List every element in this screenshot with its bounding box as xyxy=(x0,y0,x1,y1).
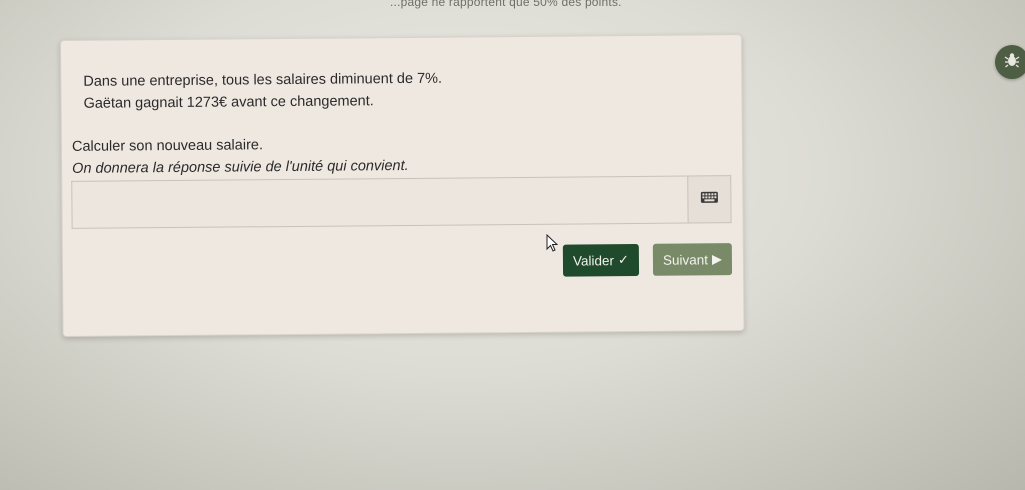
play-icon: ▶ xyxy=(711,251,723,267)
next-label: Suivant xyxy=(662,251,709,268)
keyboard-icon xyxy=(700,190,718,208)
statement-line-1: Dans une entreprise, tous les salaires d… xyxy=(83,70,443,90)
validate-label: Valider xyxy=(572,252,615,269)
exercise-statement: Dans une entreprise, tous les salaires d… xyxy=(83,68,442,115)
next-button[interactable]: Suivant ▶ xyxy=(652,243,733,276)
bug-report-button[interactable] xyxy=(995,45,1025,79)
top-note: ...page ne rapportent que 50% des points… xyxy=(390,0,622,9)
exercise-card: Dans une entreprise, tous les salaires d… xyxy=(60,34,745,337)
virtual-keyboard-button[interactable] xyxy=(687,175,732,224)
validate-button[interactable]: Valider ✓ xyxy=(562,243,640,277)
mouse-cursor-icon xyxy=(546,233,559,257)
answer-field-group xyxy=(71,175,732,229)
question-hint: On donnera la réponse suivie de l'unité … xyxy=(72,157,409,177)
question-text: Calculer son nouveau salaire. xyxy=(71,137,264,155)
answer-input[interactable] xyxy=(71,175,688,229)
bug-icon xyxy=(1003,51,1021,74)
check-icon: ✓ xyxy=(617,252,629,268)
exercise-question: Calculer son nouveau salaire. On donnera… xyxy=(72,133,409,180)
statement-line-2: Gaëtan gagnait 1273€ avant ce changement… xyxy=(83,93,374,112)
